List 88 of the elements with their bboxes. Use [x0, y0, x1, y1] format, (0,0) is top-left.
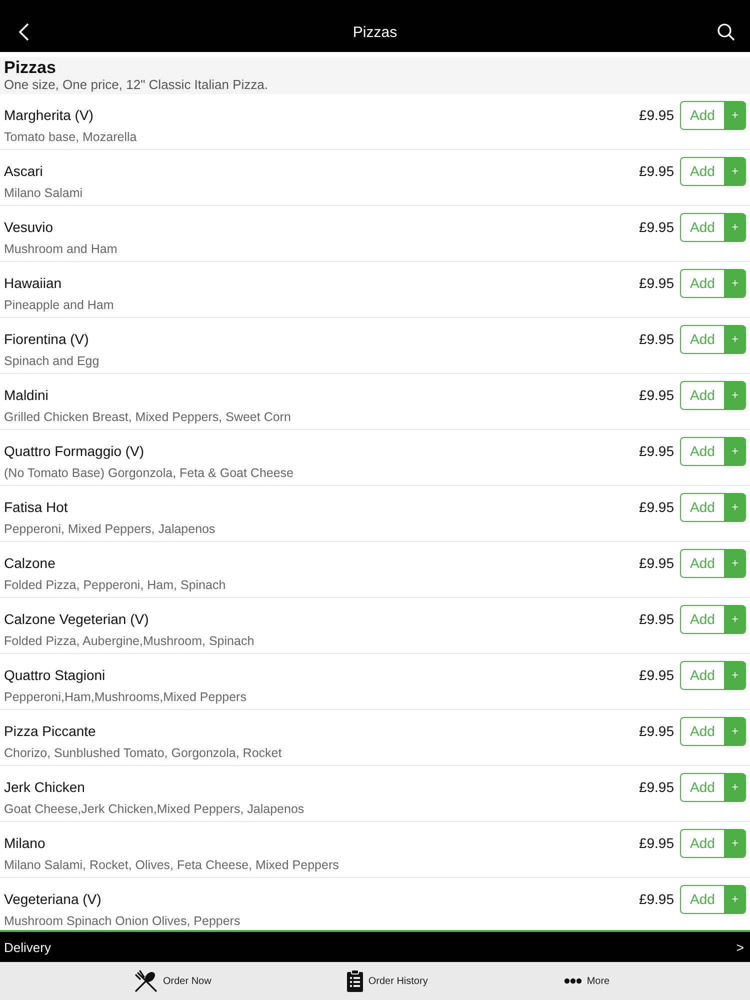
back-icon [18, 23, 30, 41]
plus-button[interactable]: + [724, 884, 746, 914]
add-button[interactable]: Add [680, 100, 724, 130]
search-icon [717, 23, 735, 41]
add-button[interactable]: Add [680, 716, 724, 746]
add-button[interactable]: Add [680, 604, 724, 634]
pizza-price: £9.95 [638, 779, 674, 795]
search-button[interactable] [716, 22, 736, 42]
pizza-price: £9.95 [638, 331, 674, 347]
pizza-description: Mushroom and Ham [4, 242, 118, 256]
plus-button[interactable]: + [724, 660, 746, 690]
pizza-name: Vegeteriana (V) [4, 891, 102, 907]
pizza-price: £9.95 [638, 107, 674, 123]
pizza-name: Calzone [4, 555, 56, 571]
pizza-name: Milano [4, 835, 46, 851]
add-button[interactable]: Add [680, 492, 724, 522]
pizza-price: £9.95 [638, 835, 674, 851]
pizza-name: Quattro Formaggio (V) [4, 443, 144, 459]
pizza-name: Pizza Piccante [4, 723, 96, 739]
plus-button[interactable]: + [724, 604, 746, 634]
plus-button[interactable]: + [724, 548, 746, 578]
add-button[interactable]: Add [680, 212, 724, 242]
page-title: Pizzas [352, 24, 398, 40]
add-button[interactable]: Add [680, 380, 724, 410]
section-subtitle: One size, One price, 12" Classic Italian Pizza. [4, 77, 268, 92]
pizza-description: Milano Salami [4, 186, 83, 200]
pizza-price: £9.95 [638, 611, 674, 627]
pizza-price: £9.95 [638, 499, 674, 515]
pizza-price: £9.95 [638, 723, 674, 739]
delivery-bar[interactable]: Delivery > [0, 930, 750, 962]
pizza-price: £9.95 [638, 891, 674, 907]
pizza-price: £9.95 [638, 555, 674, 571]
plus-button[interactable]: + [724, 268, 746, 298]
pizza-name: Fatisa Hot [4, 499, 68, 515]
plus-button[interactable]: + [724, 380, 746, 410]
plus-button[interactable]: + [724, 100, 746, 130]
plus-button[interactable]: + [724, 436, 746, 466]
pizza-price: £9.95 [638, 275, 674, 291]
plus-button[interactable]: + [724, 156, 746, 186]
add-button[interactable]: Add [680, 156, 724, 186]
pizza-name: Ascari [4, 163, 43, 179]
pizza-description: Goat Cheese,Jerk Chicken,Mixed Peppers, Jalapenos [4, 802, 304, 816]
pizza-name: Maldini [4, 387, 48, 403]
pizza-name: Margherita (V) [4, 107, 94, 123]
pizza-name: Hawaiian [4, 275, 62, 291]
clipboard-icon [347, 970, 364, 992]
add-button[interactable]: Add [680, 828, 724, 858]
add-button[interactable]: Add [680, 548, 724, 578]
add-button[interactable]: Add [680, 324, 724, 354]
pizza-description: Milano Salami, Rocket, Olives, Feta Cheese, Mixed Peppers [4, 858, 339, 872]
add-button[interactable]: Add [680, 884, 724, 914]
add-button[interactable]: Add [680, 772, 724, 802]
pizza-name: Calzone Vegeterian (V) [4, 611, 149, 627]
pizza-name: Jerk Chicken [4, 779, 85, 795]
pizza-description: Pepperoni, Mixed Peppers, Jalapenos [4, 522, 216, 536]
pizza-description: Spinach and Egg [4, 354, 100, 368]
tab-bar-item[interactable]: Order History [347, 970, 428, 992]
more-dots-icon [564, 978, 582, 984]
pizza-description: (No Tomato Base) Gorgonzola, Feta & Goat Cheese [4, 466, 294, 480]
plus-button[interactable]: + [724, 772, 746, 802]
plus-button[interactable]: + [724, 492, 746, 522]
plus-button[interactable]: + [724, 212, 746, 242]
plus-button[interactable]: + [724, 324, 746, 354]
tab-bar-item[interactable]: Order Now [134, 969, 212, 993]
plus-button[interactable]: + [724, 828, 746, 858]
pizza-description: Grilled Chicken Breast, Mixed Peppers, Sweet Corn [4, 410, 291, 424]
pizza-description: Chorizo, Sunblushed Tomato, Gorgonzola, Rocket [4, 746, 282, 760]
pizza-price: £9.95 [638, 387, 674, 403]
pizza-description: Pepperoni,Ham,Mushrooms,Mixed Peppers [4, 690, 246, 704]
fork-and-spoon-icon [134, 969, 158, 993]
plus-button[interactable]: + [724, 716, 746, 746]
pizza-price: £9.95 [638, 443, 674, 459]
add-button[interactable]: Add [680, 268, 724, 298]
pizza-description: Mushroom Spinach Onion Olives, Peppers [4, 914, 240, 928]
pizza-description: Folded Pizza, Aubergine,Mushroom, Spinach [4, 634, 254, 648]
pizza-price: £9.95 [638, 163, 674, 179]
tab-bar-item[interactable]: More [564, 976, 610, 986]
add-button[interactable]: Add [680, 660, 724, 690]
pizza-price: £9.95 [638, 667, 674, 683]
add-button[interactable]: Add [680, 436, 724, 466]
section-title: Pizzas [4, 59, 56, 77]
pizza-name: Quattro Stagioni [4, 667, 106, 683]
pizza-name: Fiorentina (V) [4, 331, 89, 347]
pizza-price: £9.95 [638, 219, 674, 235]
pizza-name: Vesuvio [4, 219, 54, 235]
pizza-description: Folded Pizza, Pepperoni, Ham, Spinach [4, 578, 226, 592]
pizza-description: Pineapple and Ham [4, 298, 114, 312]
pizza-description: Tomato base, Mozarella [4, 130, 137, 144]
